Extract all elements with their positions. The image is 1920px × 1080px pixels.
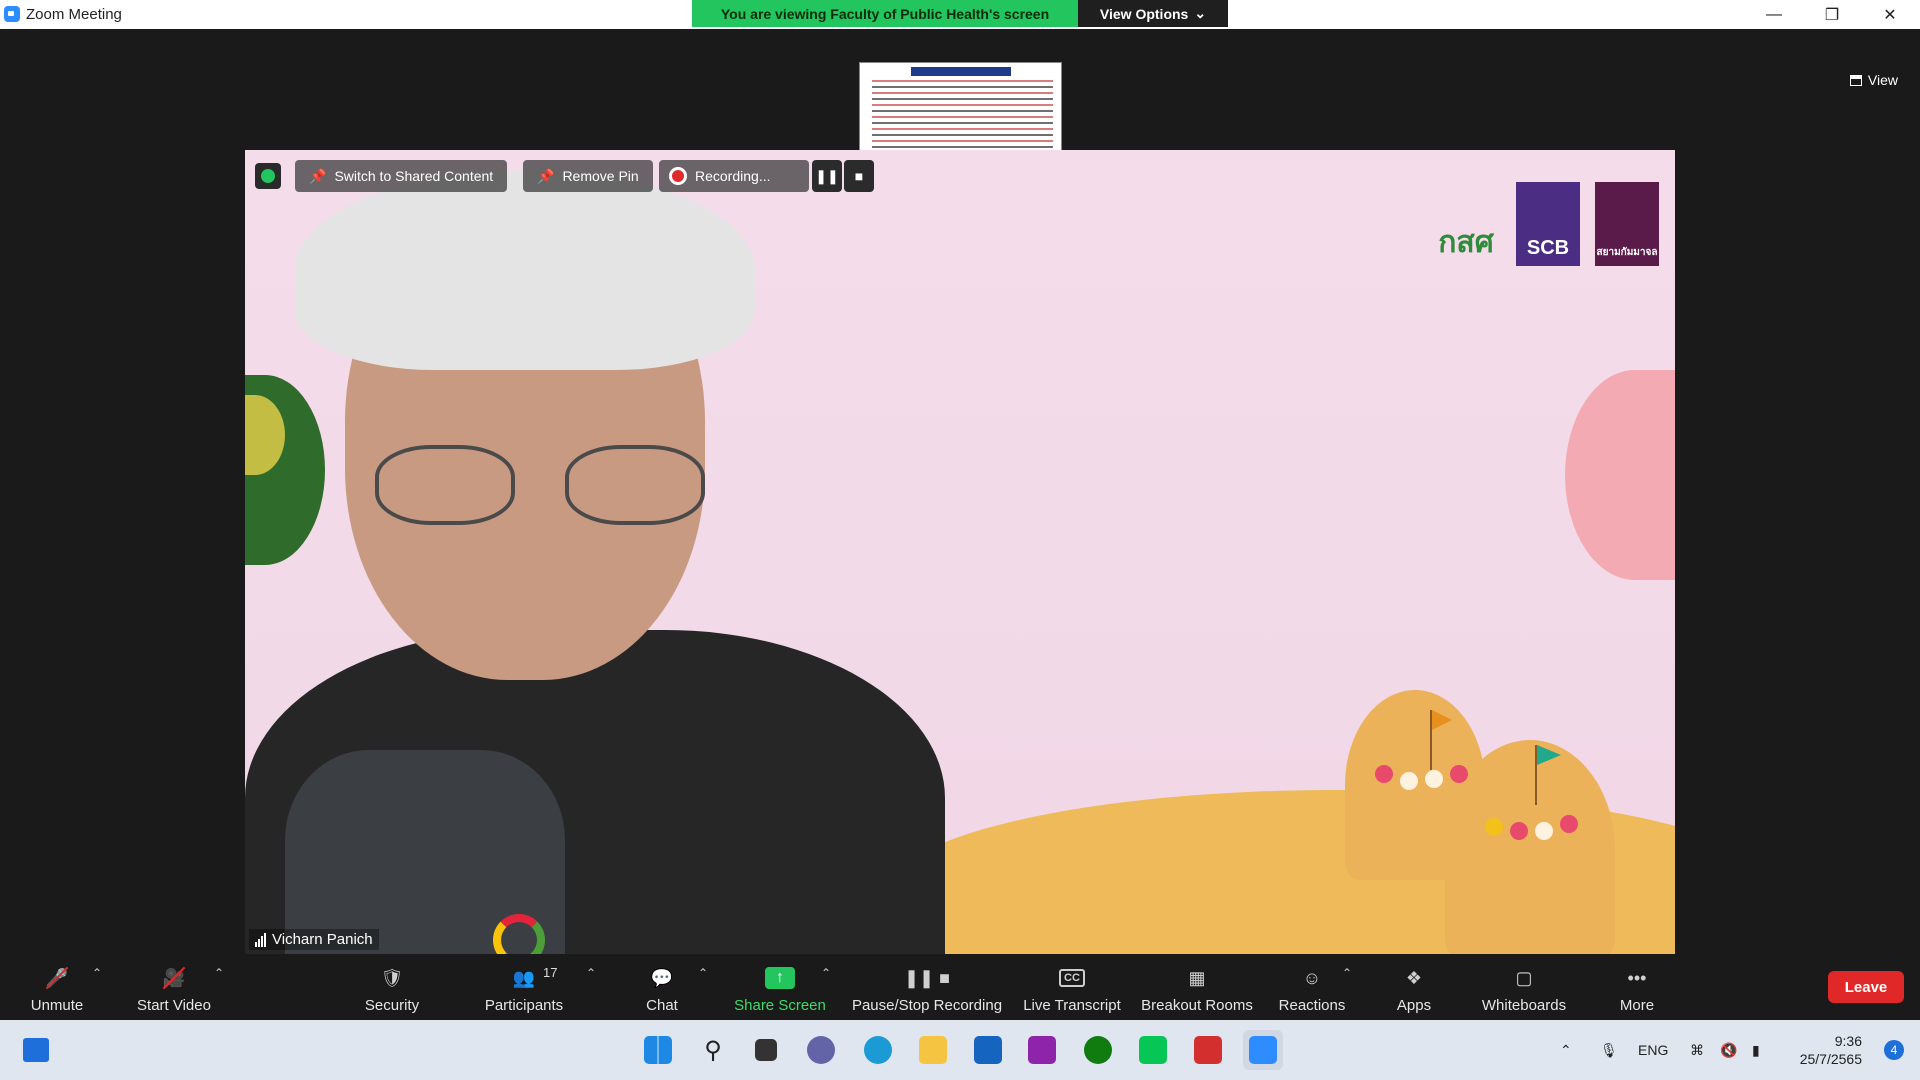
participants-options-caret[interactable]: ⌃ <box>586 966 596 980</box>
share-options-caret[interactable]: ⌃ <box>821 966 831 980</box>
pin-icon: 📌 <box>309 167 327 184</box>
more-dots-icon: ••• <box>1627 967 1647 988</box>
live-transcript-button[interactable]: CC Live Transcript <box>1020 954 1124 1020</box>
apps-icon: ❖ <box>1405 967 1423 988</box>
notification-badge[interactable]: 4 <box>1884 1040 1904 1060</box>
muted-microphone-icon: 🎤 <box>42 965 72 991</box>
view-options-button[interactable]: View Options ⌄ <box>1078 0 1228 27</box>
grid-icon <box>1849 74 1862 86</box>
share-screen-button[interactable]: ↑ Share Screen <box>730 954 830 1020</box>
glasses-icon <box>375 445 515 525</box>
clock-time: 9:36 <box>1834 1033 1862 1049</box>
reactions-button[interactable]: ☺ Reactions <box>1276 954 1348 1020</box>
green-flag <box>1537 745 1561 765</box>
reactions-options-caret[interactable]: ⌃ <box>1342 966 1352 980</box>
windows-taskbar: ⚲ ⌃ 🎙 ENG ⌘ 🔇 ▮ 9:36 25/7/2565 4 <box>0 1020 1920 1080</box>
participant-name: Vicharn Panich <box>272 931 373 948</box>
remove-pin-label: Remove Pin <box>562 168 639 184</box>
chevron-down-icon: ⌄ <box>1194 5 1207 21</box>
window-title: Zoom Meeting <box>26 6 122 23</box>
pin-icon: 📌 <box>537 167 555 184</box>
breakout-rooms-button[interactable]: ▦ Breakout Rooms <box>1138 954 1256 1020</box>
more-button[interactable]: ••• More <box>1610 954 1664 1020</box>
participant-hair <box>295 170 755 370</box>
leaf-decoration-right <box>1565 370 1675 580</box>
apps-button[interactable]: ❖ Apps <box>1386 954 1442 1020</box>
sand-pagoda-right <box>1445 740 1615 954</box>
clock-date: 25/7/2565 <box>1799 1051 1862 1067</box>
participants-count: 17 <box>543 965 558 980</box>
logo-siam-kammajol: สยามกัมมาจล <box>1595 182 1659 266</box>
participants-icon: 👥 17 <box>512 965 558 988</box>
shield-icon: 🛡 <box>380 967 404 988</box>
acrobat-icon[interactable] <box>1188 1030 1228 1070</box>
pause-recording-button[interactable]: ❚❚ <box>812 160 842 192</box>
smiley-plus-icon: ☺ <box>1302 967 1322 988</box>
encryption-shield-icon[interactable] <box>255 163 281 189</box>
zoom-taskbar-icon[interactable] <box>1243 1030 1283 1070</box>
signal-strength-icon <box>255 932 266 947</box>
recording-label: Recording... <box>695 168 771 184</box>
battery-icon[interactable]: ▮ <box>1752 1020 1760 1080</box>
recording-indicator: Recording... <box>659 160 809 192</box>
remove-pin-button[interactable]: 📌 Remove Pin <box>523 160 653 192</box>
language-indicator[interactable]: ENG <box>1638 1020 1668 1080</box>
switch-label: Switch to Shared Content <box>334 168 494 184</box>
viewing-banner: You are viewing Faculty of Public Health… <box>692 0 1078 27</box>
chat-button[interactable]: 💬 Chat <box>632 954 692 1020</box>
record-dot-icon <box>669 167 687 185</box>
leaf-decoration-left <box>245 375 325 565</box>
whiteboard-icon: ▢ <box>1515 967 1533 988</box>
widgets-icon[interactable] <box>16 1030 56 1070</box>
breakout-grid-icon: ▦ <box>1188 967 1206 988</box>
video-off-icon: 🎥 <box>159 965 189 991</box>
audio-options-caret[interactable]: ⌃ <box>92 966 102 980</box>
view-layout-button[interactable]: View <box>1840 66 1908 94</box>
teams-chat-icon[interactable] <box>801 1030 841 1070</box>
wifi-icon[interactable]: ⌘ <box>1690 1020 1704 1080</box>
leave-button[interactable]: Leave <box>1828 971 1904 1003</box>
close-button[interactable]: ✕ <box>1861 0 1919 29</box>
restore-button[interactable]: ❐ <box>1803 0 1861 29</box>
task-view-icon[interactable] <box>746 1030 786 1070</box>
view-options-label: View Options <box>1099 5 1189 22</box>
pinned-video[interactable]: กสศ SCB สยามกัมมาจล 📌 Switch to Shared C… <box>245 150 1675 954</box>
chat-bubble-icon: 💬 <box>650 967 674 988</box>
speaker-muted-icon[interactable]: 🔇 <box>1720 1020 1737 1080</box>
edge-browser-icon[interactable] <box>858 1030 898 1070</box>
switch-to-shared-content-button[interactable]: 📌 Switch to Shared Content <box>295 160 508 192</box>
pause-stop-icon: ❚❚ ■ <box>903 967 951 988</box>
video-options-caret[interactable]: ⌃ <box>214 966 224 980</box>
logo-scb: SCB <box>1516 182 1580 266</box>
zoom-app-icon <box>4 6 20 22</box>
meeting-toolbar: 🎤 Unmute ⌃ 🎥 Start Video ⌃ 🛡 Security 👥1… <box>0 954 1920 1020</box>
share-screen-icon: ↑ <box>765 965 795 991</box>
chat-options-caret[interactable]: ⌃ <box>698 966 708 980</box>
thumbnail-slide-title <box>910 67 1011 76</box>
podcast-app-icon[interactable] <box>1022 1030 1062 1070</box>
mail-icon[interactable] <box>968 1030 1008 1070</box>
line-app-icon[interactable] <box>1133 1030 1173 1070</box>
participant-name-tag: Vicharn Panich <box>249 929 379 950</box>
file-explorer-icon[interactable] <box>913 1030 953 1070</box>
minimize-button[interactable]: — <box>1745 0 1803 29</box>
cc-icon: CC <box>1057 965 1087 991</box>
xbox-icon[interactable] <box>1078 1030 1118 1070</box>
tray-overflow-icon[interactable]: ⌃ <box>1560 1020 1572 1080</box>
view-label: View <box>1867 72 1898 88</box>
participants-button[interactable]: 👥 17 Participants <box>478 954 570 1020</box>
orange-flag <box>1432 710 1452 730</box>
microphone-tray-icon[interactable]: 🎙 <box>1600 1020 1618 1080</box>
whiteboards-button[interactable]: ▢ Whiteboards <box>1476 954 1572 1020</box>
start-video-button[interactable]: 🎥 Start Video <box>128 954 220 1020</box>
pause-stop-recording-button[interactable]: ❚❚ ■ Pause/Stop Recording <box>850 954 1004 1020</box>
unmute-button[interactable]: 🎤 Unmute <box>20 954 94 1020</box>
security-button[interactable]: 🛡 Security <box>350 954 434 1020</box>
search-icon[interactable]: ⚲ <box>693 1030 733 1070</box>
stop-recording-button[interactable]: ■ <box>844 160 874 192</box>
system-clock[interactable]: 9:36 25/7/2565 <box>1800 1032 1862 1068</box>
logo-kss: กสศ <box>1438 226 1494 259</box>
start-menu-icon[interactable] <box>638 1030 678 1070</box>
